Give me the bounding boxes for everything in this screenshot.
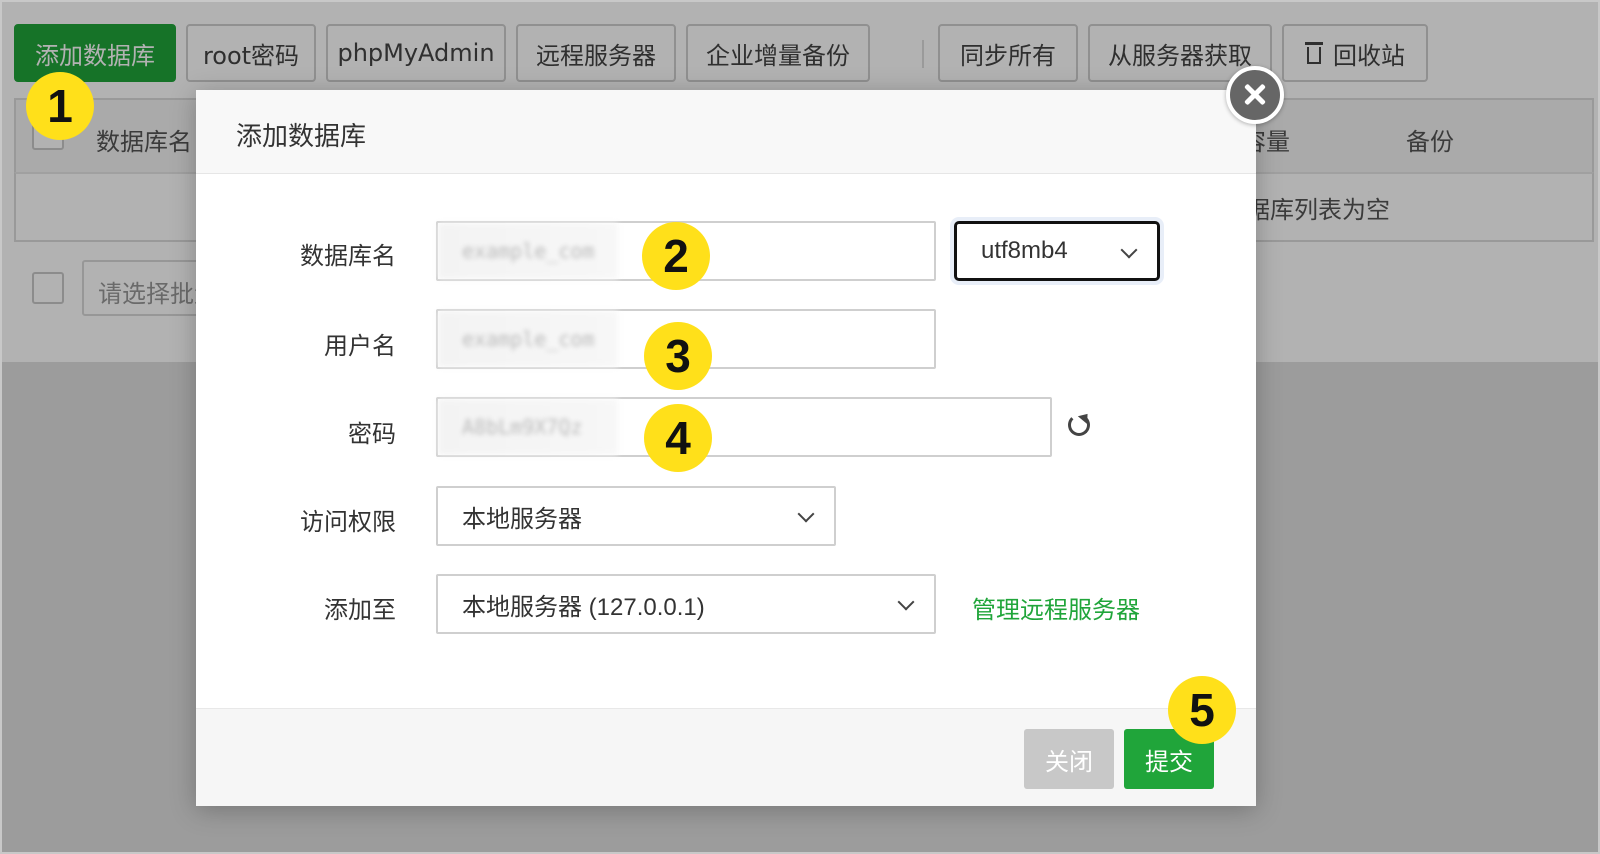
password-value: A8bLm9X7Qz	[462, 415, 583, 439]
step-badge-3: 3	[644, 322, 712, 390]
dialog-title: 添加数据库	[236, 122, 367, 152]
chevron-down-icon	[797, 505, 815, 523]
step-badge-5: 5	[1168, 676, 1236, 744]
dialog-header: 添加数据库	[196, 90, 1256, 174]
access-value: 本地服务器	[462, 505, 582, 533]
close-icon[interactable]	[1226, 66, 1284, 124]
chevron-down-icon	[1120, 241, 1138, 259]
username-value: example_com	[462, 327, 595, 351]
access-label: 访问权限	[300, 508, 396, 536]
password-label: 密码	[348, 420, 396, 448]
manage-remote-servers-link[interactable]: 管理远程服务器	[972, 590, 1140, 625]
add-to-value: 本地服务器 (127.0.0.1)	[462, 593, 705, 621]
add-database-dialog: 添加数据库 数据库名 example_com utf8mb4 用户名 examp…	[196, 90, 1256, 806]
step-badge-4: 4	[644, 404, 712, 472]
close-button[interactable]: 关闭	[1024, 729, 1114, 789]
step-badge-2: 2	[642, 222, 710, 290]
password-input[interactable]: A8bLm9X7Qz	[436, 397, 1052, 457]
access-select[interactable]: 本地服务器	[436, 486, 836, 546]
add-to-select[interactable]: 本地服务器 (127.0.0.1)	[436, 574, 936, 634]
username-label: 用户名	[324, 332, 396, 360]
db-name-label: 数据库名	[300, 242, 396, 270]
db-name-value: example_com	[462, 239, 595, 263]
step-badge-1: 1	[26, 72, 94, 140]
charset-value: utf8mb4	[981, 237, 1068, 264]
chevron-down-icon	[897, 593, 915, 611]
dialog-footer: 关闭 提交	[196, 708, 1256, 806]
add-to-label: 添加至	[324, 596, 396, 624]
refresh-icon[interactable]	[1068, 414, 1090, 436]
charset-select[interactable]: utf8mb4	[954, 221, 1160, 281]
app-frame: 添加数据库 root密码 phpMyAdmin 远程服务器 企业增量备份 同步所…	[0, 0, 1600, 854]
